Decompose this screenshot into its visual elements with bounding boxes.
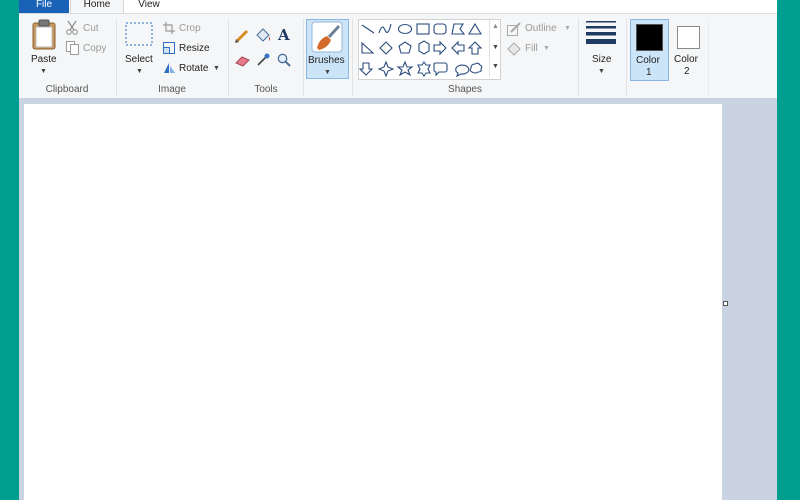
outline-pen-icon [507, 22, 521, 36]
ribbon-tabs: File Home View [19, 0, 777, 13]
scroll-up-icon[interactable]: ▲ [492, 23, 499, 30]
rectangle-shape-icon [416, 23, 430, 35]
line-shape-icon [361, 24, 375, 34]
diamond-shape-icon [379, 41, 393, 55]
shapes-scroll[interactable]: ▲ ▼ ▼ [489, 20, 500, 77]
ribbon-home: Paste ▼ Cut Copy Clipboard Select ▼ Crop… [19, 13, 777, 100]
canvas-area [19, 98, 777, 500]
cut-label: Cut [83, 23, 99, 34]
tab-file[interactable]: File [19, 0, 69, 13]
shapes-gallery [358, 19, 501, 80]
text-tool-icon[interactable]: A [278, 26, 290, 44]
fill-bucket-icon[interactable] [255, 28, 271, 43]
oval-shape-icon [397, 23, 413, 35]
down-arrow-shape-icon [358, 62, 374, 76]
image-group-label: Image [158, 84, 186, 95]
crop-icon [163, 22, 175, 34]
expand-gallery-icon[interactable]: ▼ [492, 63, 499, 70]
resize-label: Resize [179, 43, 210, 54]
rotate-label: Rotate [179, 63, 209, 74]
brushes-label: Brushes [308, 55, 345, 66]
copy-icon [66, 41, 79, 55]
copy-label: Copy [83, 43, 107, 54]
color-1-button[interactable]: Color 1 [630, 19, 669, 81]
brush-icon [311, 21, 343, 53]
clipboard-icon [32, 19, 56, 50]
right-arrow-shape-icon [433, 40, 447, 56]
oval-callout-shape-icon [455, 64, 470, 78]
group-divider [626, 18, 627, 96]
group-divider [303, 18, 304, 96]
canvas-resize-handle[interactable] [723, 301, 728, 306]
color-1-number: 1 [646, 67, 652, 78]
rotate-icon [164, 63, 175, 73]
shapes-group-label: Shapes [448, 84, 482, 95]
fill-icon [507, 42, 521, 56]
six-point-star-shape-icon [417, 61, 431, 77]
pencil-icon[interactable] [235, 29, 249, 43]
group-divider [708, 18, 709, 96]
triangle-shape-icon [468, 22, 482, 35]
outline-chevron-down-icon: ▼ [564, 25, 571, 32]
drawing-canvas[interactable] [24, 104, 722, 500]
shapes-grid [358, 22, 483, 78]
select-rectangle-icon [125, 22, 153, 46]
color-2-label: Color [674, 54, 698, 65]
tools-group-label: Tools [254, 84, 278, 95]
outline-label: Outline [525, 23, 557, 34]
scissors-icon [66, 20, 78, 35]
up-arrow-shape-icon [467, 41, 483, 55]
fill-chevron-down-icon: ▼ [543, 45, 550, 52]
left-arrow-shape-icon [451, 40, 465, 56]
group-divider [578, 18, 579, 96]
fill-label: Fill [525, 43, 538, 54]
color-1-label: Color [636, 55, 660, 66]
rounded-rectangle-shape-icon [433, 23, 447, 35]
brushes-chevron-down-icon: ▼ [324, 69, 331, 76]
hexagon-shape-icon [418, 40, 430, 55]
magnifier-icon[interactable] [277, 53, 291, 67]
select-label: Select [125, 54, 153, 65]
color-1-swatch [636, 24, 663, 51]
color-picker-icon[interactable] [256, 53, 270, 67]
brushes-button[interactable]: Brushes ▼ [306, 19, 349, 79]
rounded-callout-shape-icon [433, 62, 448, 77]
paint-window: File Home View Paste ▼ Cut Copy Clipboar… [19, 0, 777, 500]
cloud-callout-shape-icon [469, 62, 483, 74]
resize-icon [163, 42, 175, 54]
paste-label: Paste [31, 54, 57, 65]
size-chevron-down-icon: ▼ [598, 68, 605, 75]
four-point-star-shape-icon [377, 60, 395, 78]
scroll-down-icon[interactable]: ▼ [492, 44, 499, 51]
tab-view[interactable]: View [129, 0, 169, 13]
curve-shape-icon [378, 23, 392, 34]
right-triangle-shape-icon [361, 41, 375, 54]
rotate-chevron-down-icon: ▼ [213, 65, 220, 72]
tab-home[interactable]: Home [70, 0, 124, 13]
size-label: Size [592, 54, 612, 65]
color-2-number: 2 [684, 66, 690, 77]
clipboard-group-label: Clipboard [45, 84, 89, 95]
line-width-icon [586, 21, 616, 44]
select-chevron-down-icon: ▼ [136, 68, 143, 75]
polygon-shape-icon [451, 23, 466, 35]
five-point-star-shape-icon [396, 60, 414, 77]
eraser-icon[interactable] [235, 55, 250, 67]
color-2-swatch [677, 26, 700, 49]
crop-label: Crop [179, 23, 201, 34]
pentagon-shape-icon [398, 41, 412, 54]
paste-chevron-down-icon: ▼ [40, 68, 47, 75]
